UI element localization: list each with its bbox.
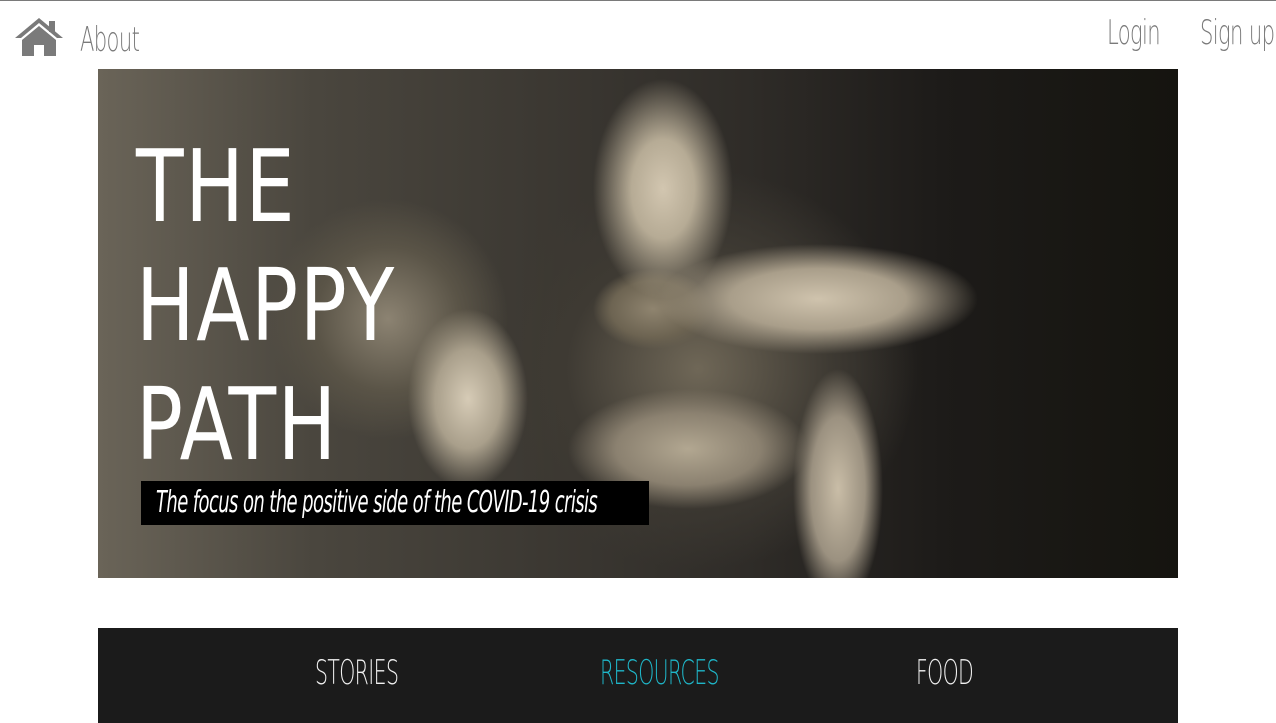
home-icon (15, 18, 63, 56)
hero-caption-box: The focus on the positive side of the CO… (141, 481, 649, 525)
category-food-link[interactable]: FOOD (916, 648, 974, 698)
home-button[interactable] (14, 16, 64, 58)
hero-title: THE HAPPY PATH (136, 127, 396, 484)
category-bar: STORIES RESOURCES FOOD (98, 628, 1178, 723)
top-border (0, 0, 1276, 1)
category-resources-link[interactable]: RESOURCES (600, 648, 719, 698)
hero-banner: THE HAPPY PATH The focus on the positive… (98, 69, 1178, 578)
hero-title-line-1: THE (136, 128, 297, 245)
nav-about-link[interactable]: About (80, 15, 140, 65)
category-stories-link[interactable]: STORIES (315, 648, 399, 698)
hero-caption: The focus on the positive side of the CO… (156, 485, 598, 520)
signup-link[interactable]: Sign up (1200, 8, 1275, 58)
login-link[interactable]: Login (1107, 8, 1161, 58)
hero-title-line-3: PATH (136, 366, 338, 483)
hero-title-line-2: HAPPY (136, 247, 396, 364)
